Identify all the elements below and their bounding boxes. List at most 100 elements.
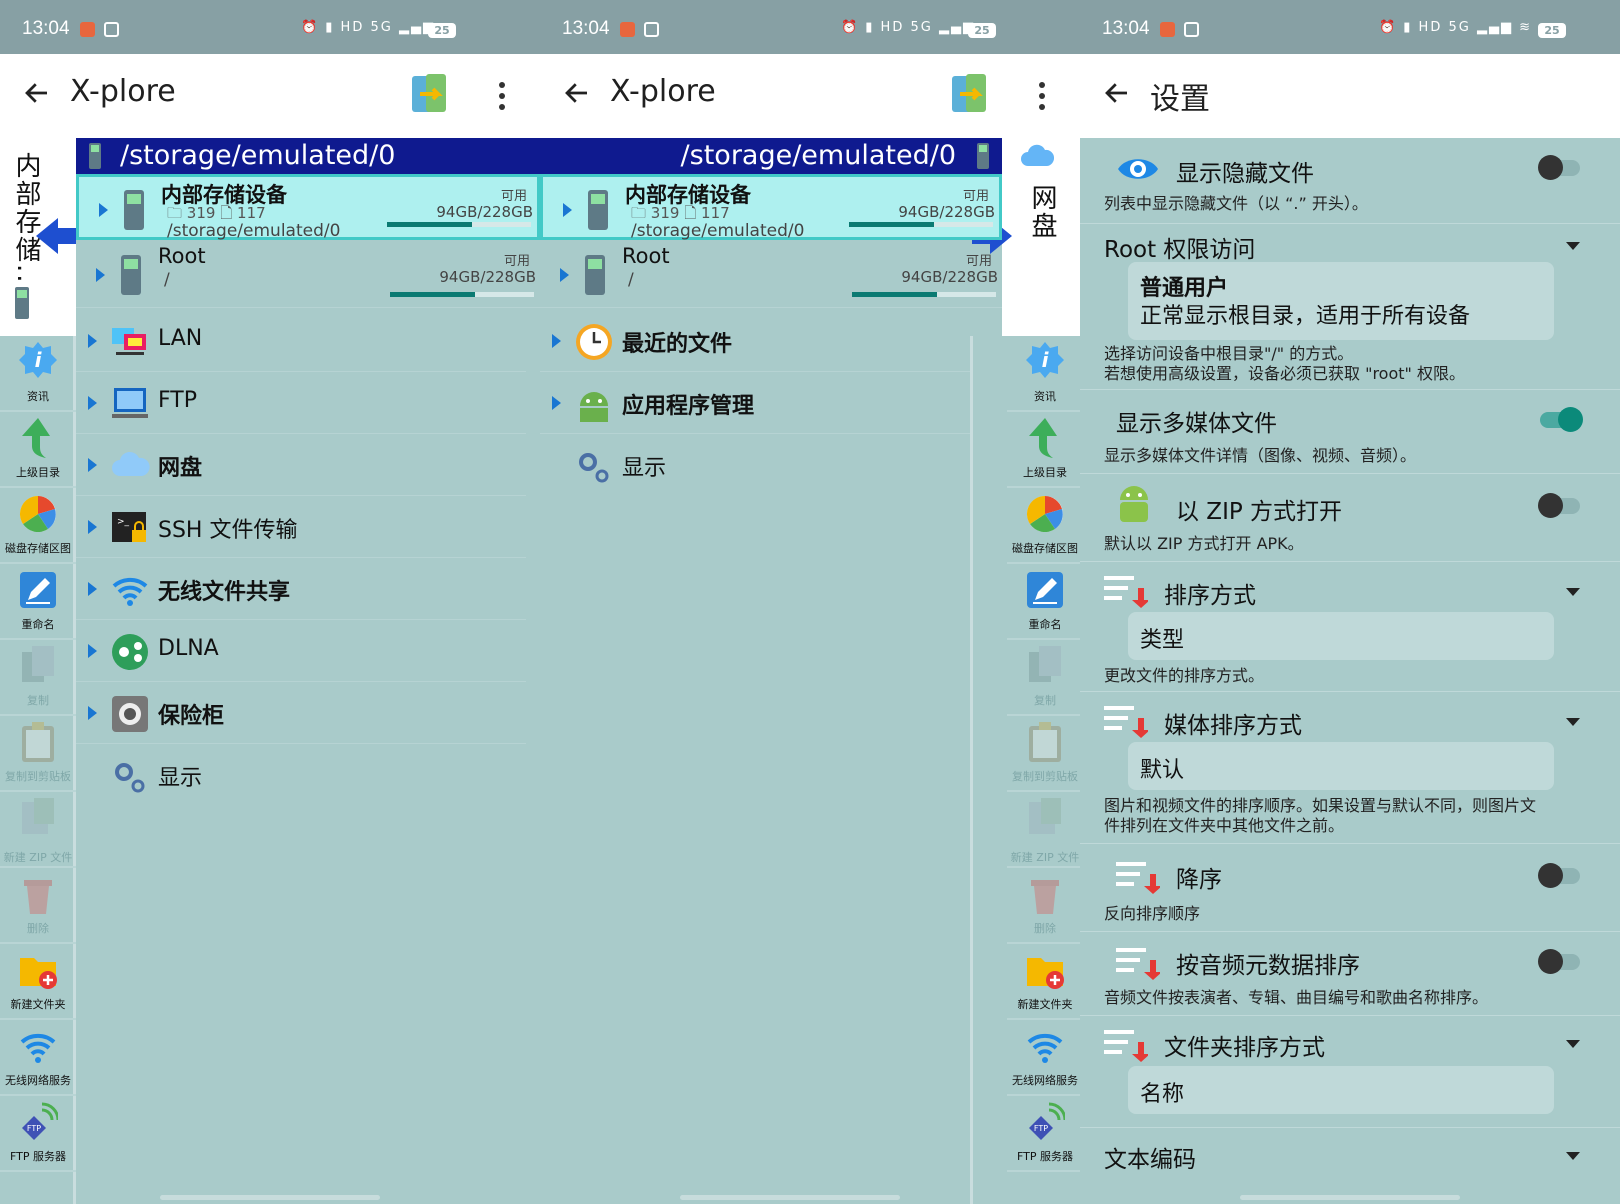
- device-transfer-icon[interactable]: [410, 72, 450, 118]
- show-media-toggle[interactable]: [1540, 407, 1583, 432]
- tool-ftp-server[interactable]: FTP FTP 服务器: [0, 1096, 76, 1172]
- item-label: 应用程序管理: [622, 394, 755, 419]
- setting-folder-sort[interactable]: 文件夹排序方式 名称: [1080, 1016, 1620, 1128]
- sort-icon: [1104, 576, 1148, 608]
- tool-wifi-service[interactable]: 无线网络服务: [0, 1020, 76, 1096]
- path-bar[interactable]: /storage/emulated/0: [540, 138, 1002, 174]
- tool-label: 新建 ZIP 文件: [1010, 851, 1080, 864]
- tool-new-zip[interactable]: 新建 ZIP 文件: [1007, 792, 1080, 868]
- sort-select[interactable]: 类型: [1128, 612, 1554, 660]
- setting-audio-metadata[interactable]: 按音频元数据排序 音频文件按表演者、专辑、曲目编号和歌曲名称排序。: [1080, 932, 1620, 1016]
- path-bar[interactable]: /storage/emulated/0: [76, 138, 540, 174]
- tool-rename[interactable]: 重命名: [1007, 564, 1080, 640]
- screen-settings: 13:04 ⏰ ▮ HD 5G ▂▄▆ ≋ 25 设置 显示隐藏文件 列表中显示…: [1080, 0, 1620, 1204]
- panel-switch-left-arrow-icon[interactable]: [36, 216, 76, 256]
- tool-new-folder[interactable]: 新建文件夹: [1007, 944, 1080, 1020]
- root-access-select[interactable]: 普通用户 正常显示根目录，适用于所有设备: [1128, 262, 1554, 340]
- list-item-lan[interactable]: LAN: [76, 310, 526, 372]
- notification-icon: [620, 22, 635, 37]
- list-item-cloud[interactable]: 网盘: [76, 434, 526, 496]
- list-item-app-manager[interactable]: 应用程序管理: [540, 372, 990, 434]
- list-item-vault[interactable]: 保险柜: [76, 682, 526, 744]
- folder-sort-select[interactable]: 名称: [1128, 1066, 1554, 1114]
- item-label: 最近的文件: [622, 332, 733, 357]
- setting-desc: 图片和视频文件的排序顺序。如果设置与默认不同，则图片文: [1104, 796, 1537, 815]
- dropdown-arrow-icon[interactable]: [1566, 588, 1580, 596]
- dropdown-arrow-icon[interactable]: [1566, 1152, 1580, 1160]
- dropdown-arrow-icon[interactable]: [1566, 718, 1580, 726]
- screen-right-panel: 13:04 ⏰ ▮ HD 5G ▂▄▆ ≋ 25 X-plore /storag…: [540, 0, 1080, 1204]
- tool-copy[interactable]: 复制: [1007, 640, 1080, 716]
- up-arrow-icon: [22, 418, 50, 458]
- tool-wifi-service[interactable]: 无线网络服务: [1007, 1020, 1080, 1096]
- setting-show-hidden[interactable]: 显示隐藏文件 列表中显示隐藏文件（以 “.” 开头）。: [1080, 138, 1620, 224]
- setting-show-media[interactable]: 显示多媒体文件 显示多媒体文件详情（图像、视频、音频）。: [1080, 390, 1620, 474]
- list-item-recent[interactable]: 最近的文件: [540, 310, 990, 372]
- tool-rename[interactable]: 重命名: [0, 564, 76, 640]
- back-arrow-icon[interactable]: [1102, 78, 1132, 108]
- tool-disk-map[interactable]: 磁盘存储区图: [0, 488, 76, 564]
- scrollbar[interactable]: [160, 1195, 380, 1200]
- tool-info[interactable]: i 资讯: [0, 336, 76, 412]
- list-item-wifi-share[interactable]: 无线文件共享: [76, 558, 526, 620]
- back-arrow-icon[interactable]: [562, 78, 592, 108]
- setting-media-sort[interactable]: 媒体排序方式 默认 图片和视频文件的排序顺序。如果设置与默认不同，则图片文 件排…: [1080, 692, 1620, 844]
- tool-parent-dir[interactable]: 上级目录: [1007, 412, 1080, 488]
- scrollbar[interactable]: [1240, 1195, 1460, 1200]
- dropdown-arrow-icon[interactable]: [1566, 1040, 1580, 1048]
- storage-internal[interactable]: 内部存储设备 🗀 319 🗋 117 /storage/emulated/0 可…: [76, 174, 540, 241]
- tool-delete[interactable]: 删除: [1007, 868, 1080, 944]
- device-transfer-icon[interactable]: [950, 72, 990, 118]
- zip-icon: [22, 798, 54, 834]
- show-hidden-toggle[interactable]: [1538, 155, 1580, 180]
- more-options-icon[interactable]: [496, 80, 508, 112]
- media-sort-select[interactable]: 默认: [1128, 742, 1554, 790]
- list-item-display[interactable]: 显示: [540, 434, 990, 496]
- storage-root[interactable]: Root / 可用 94GB/228GB: [76, 242, 540, 308]
- list-item-display[interactable]: 显示: [76, 744, 526, 806]
- setting-title: 显示多媒体文件: [1116, 411, 1277, 437]
- path-text: /storage/emulated/0: [680, 140, 956, 171]
- tool-ftp-server[interactable]: FTP FTP 服务器: [1007, 1096, 1080, 1172]
- list-item-ssh[interactable]: >_ SSH 文件传输: [76, 496, 526, 558]
- setting-descending[interactable]: 降序 反向排序顺序: [1080, 844, 1620, 932]
- tool-info[interactable]: i 资讯: [1007, 336, 1080, 412]
- vertical-tab-cloud[interactable]: 网盘: [1002, 138, 1080, 336]
- setting-text-encoding[interactable]: 文本编码: [1080, 1128, 1620, 1204]
- dropdown-arrow-icon[interactable]: [1566, 242, 1580, 250]
- setting-zip-open[interactable]: 以 ZIP 方式打开 默认以 ZIP 方式打开 APK。: [1080, 474, 1620, 562]
- tool-copy[interactable]: 复制: [0, 640, 76, 716]
- tool-new-folder[interactable]: 新建文件夹: [0, 944, 76, 1020]
- list-item-ftp[interactable]: FTP: [76, 372, 526, 434]
- dlna-icon: [112, 634, 148, 670]
- descending-toggle[interactable]: [1538, 863, 1580, 888]
- status-bar: 13:04 ⏰ ▮ HD 5G ▂▄▆ ≋ 25: [540, 0, 1080, 54]
- storage-path: /: [628, 270, 634, 290]
- setting-root-access[interactable]: Root 权限访问 普通用户 正常显示根目录，适用于所有设备 选择访问设备中根目…: [1080, 224, 1620, 390]
- tool-clipboard[interactable]: 复制到剪贴板: [1007, 716, 1080, 792]
- storage-root[interactable]: Root / 可用 94GB/228GB: [540, 242, 1002, 308]
- tool-new-zip[interactable]: 新建 ZIP 文件: [0, 792, 76, 868]
- more-options-icon[interactable]: [1036, 80, 1048, 112]
- storage-size: 94GB/228GB: [439, 268, 536, 286]
- list-item-dlna[interactable]: DLNA: [76, 620, 526, 682]
- rename-icon: [1027, 572, 1063, 608]
- setting-desc: 若想使用高级设置，设备必须已获取 "root" 权限。: [1104, 364, 1465, 383]
- expand-icon: [88, 520, 97, 534]
- expand-icon: [560, 268, 569, 282]
- tool-clipboard[interactable]: 复制到剪贴板: [0, 716, 76, 792]
- expand-icon: [88, 334, 97, 348]
- back-arrow-icon[interactable]: [22, 78, 52, 108]
- storage-internal[interactable]: 内部存储设备 🗀 319 🗋 117 /storage/emulated/0 可…: [540, 174, 1002, 241]
- audio-meta-toggle[interactable]: [1538, 949, 1580, 974]
- item-label: 显示: [158, 766, 203, 791]
- tool-parent-dir[interactable]: 上级目录: [0, 412, 76, 488]
- tool-disk-map[interactable]: 磁盘存储区图: [1007, 488, 1080, 564]
- zip-open-toggle[interactable]: [1538, 493, 1580, 518]
- device-icon: [89, 143, 101, 169]
- item-label: 网盘: [158, 456, 203, 481]
- setting-sort[interactable]: 排序方式 类型 更改文件的排序方式。: [1080, 562, 1620, 692]
- tool-delete[interactable]: 删除: [0, 868, 76, 944]
- scrollbar[interactable]: [680, 1195, 900, 1200]
- clock: 13:04: [562, 18, 610, 39]
